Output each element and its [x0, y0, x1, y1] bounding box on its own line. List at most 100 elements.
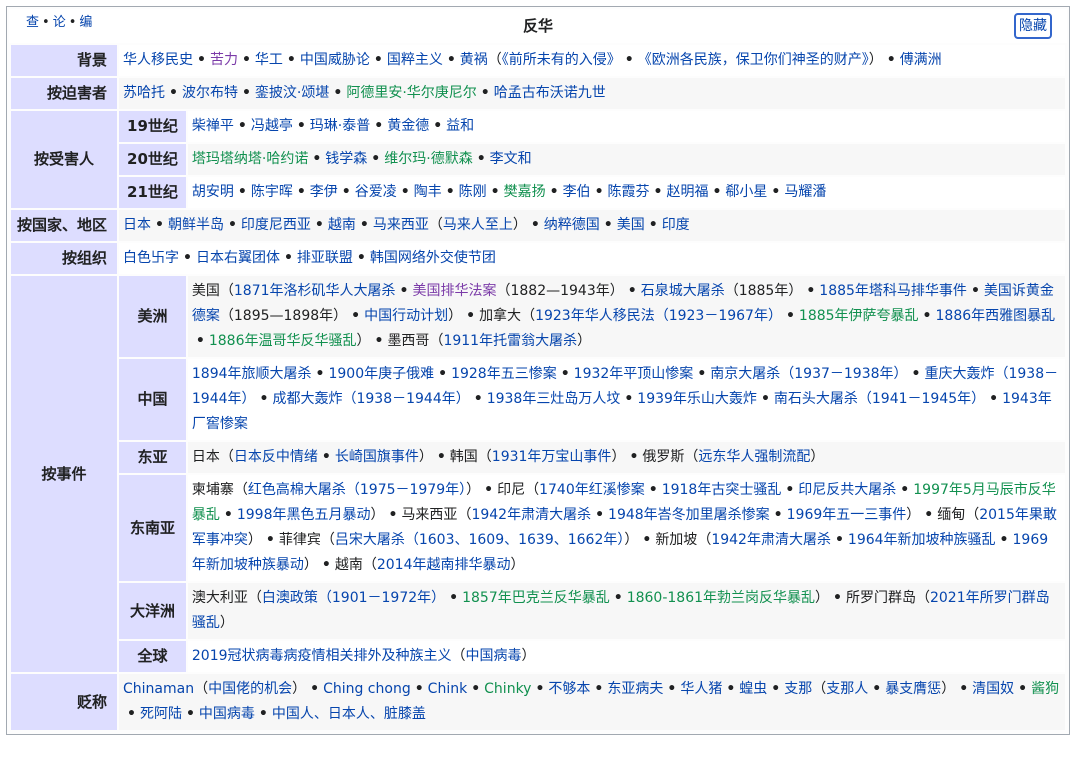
list-link[interactable]: 白色卐字 [123, 250, 179, 266]
list-link[interactable]: 韩国网络外交使节团 [370, 250, 496, 266]
list-link[interactable]: 銮披汶·颂堪 [255, 85, 329, 101]
list-link[interactable]: 谷爱凌 [355, 184, 397, 200]
list-link[interactable]: 陈刚 [459, 184, 487, 200]
list-link[interactable]: 1948年峇冬加里屠杀惨案 [608, 507, 770, 523]
list-link[interactable]: 1928年五三惨案 [451, 366, 557, 382]
list-link[interactable]: 陈宇晖 [251, 184, 293, 200]
list-link[interactable]: 维尔玛·德默森 [384, 151, 472, 167]
list-link[interactable]: 阿德里安·华尔庚尼尔 [346, 85, 476, 101]
list-link[interactable]: Chinky [484, 681, 531, 697]
list-link[interactable]: 印度尼西亚 [241, 217, 311, 233]
list-link[interactable]: 中国行动计划 [364, 308, 448, 324]
list-link[interactable]: 1938年三灶岛万人坟 [487, 391, 621, 407]
list-link[interactable]: 长崎国旗事件 [335, 449, 419, 465]
list-link[interactable]: 玛琳·泰普 [310, 118, 370, 134]
list-link[interactable]: 死阿陆 [140, 706, 182, 722]
list-link[interactable]: 陶丰 [414, 184, 442, 200]
list-link[interactable]: 胡安明 [192, 184, 234, 200]
list-link[interactable]: 中国病毒 [466, 648, 522, 664]
list-link[interactable]: 黄金德 [387, 118, 429, 134]
list-link[interactable]: 1885年伊萨夸暴乱 [799, 308, 919, 324]
list-link[interactable]: 苦力 [210, 52, 238, 68]
list-link[interactable]: 1918年古突士骚乱 [662, 482, 782, 498]
list-link[interactable]: 华人猪 [680, 681, 722, 697]
list-link[interactable]: 国粹主义 [387, 52, 443, 68]
list-link[interactable]: 支那人 [826, 681, 868, 697]
list-link[interactable]: 日本反中情绪 [234, 449, 318, 465]
list-link[interactable]: 郗小星 [725, 184, 767, 200]
list-link[interactable]: 1740年红溪惨案 [539, 482, 645, 498]
list-link[interactable]: 李伊 [310, 184, 338, 200]
list-link[interactable]: 中国人、日本人、脏膝盖 [272, 706, 426, 722]
list-link[interactable]: 马来西亚 [373, 217, 429, 233]
list-link[interactable]: 马来人至上 [443, 217, 513, 233]
list-link[interactable]: 暴支膺惩 [885, 681, 941, 697]
list-link[interactable]: Ching chong [323, 681, 411, 697]
list-link[interactable]: 纳粹德国 [544, 217, 600, 233]
list-link[interactable]: 柴禅平 [192, 118, 234, 134]
list-link[interactable]: 1969年五一三事件 [787, 507, 907, 523]
list-link[interactable]: 支那 [784, 681, 812, 697]
list-link[interactable]: 1871年洛杉矶华人大屠杀 [234, 283, 396, 299]
list-link[interactable]: 1886年西雅图暴乱 [936, 308, 1056, 324]
list-link[interactable]: 李伯 [563, 184, 591, 200]
list-link[interactable]: 华工 [255, 52, 283, 68]
list-link[interactable]: 1885年塔科马排华事件 [819, 283, 967, 299]
list-link[interactable]: 日本右翼团体 [196, 250, 280, 266]
list-link[interactable]: 中国威胁论 [300, 52, 370, 68]
list-link[interactable]: 1939年乐山大轰炸 [637, 391, 757, 407]
list-link[interactable]: 《欧洲各民族，保卫你们神圣的财产》 [638, 52, 869, 68]
list-link[interactable]: 黄祸 [460, 52, 488, 68]
list-link[interactable]: 波尔布特 [182, 85, 238, 101]
list-link[interactable]: 吕宋大屠杀（1603、1609、1639、1662年） [335, 532, 625, 548]
list-link[interactable]: 2019冠状病毒病疫情相关排外及种族主义 [192, 648, 452, 664]
list-link[interactable]: 中国佬的机会 [208, 681, 292, 697]
list-link[interactable]: 1964年新加坡种族骚乱 [848, 532, 996, 548]
list-link[interactable]: 1894年旅顺大屠杀 [192, 366, 312, 382]
list-link[interactable]: 远东华人强制流配 [698, 449, 810, 465]
list-link[interactable]: 华人移民史 [123, 52, 193, 68]
list-link[interactable]: Chink [428, 681, 468, 697]
list-link[interactable]: 1931年万宝山事件 [492, 449, 612, 465]
list-link[interactable]: 白澳政策（1901－1972年） [262, 590, 445, 606]
list-link[interactable]: 2014年越南排华暴动 [377, 557, 511, 573]
list-link[interactable]: 中国病毒 [199, 706, 255, 722]
list-link[interactable]: 清国奴 [972, 681, 1014, 697]
list-link[interactable]: 越南 [328, 217, 356, 233]
list-link[interactable]: 1900年庚子俄难 [328, 366, 434, 382]
list-link[interactable]: 南石头大屠杀（1941－1945年） [774, 391, 985, 407]
list-link[interactable]: 马耀潘 [784, 184, 826, 200]
edit-link[interactable]: 编 [79, 15, 92, 30]
list-link[interactable]: 李文和 [490, 151, 532, 167]
list-link[interactable]: 1886年温哥华反华骚乱 [209, 333, 357, 349]
list-link[interactable]: 1998年黑色五月暴动 [237, 507, 371, 523]
list-link[interactable]: 1942年肃清大屠杀 [711, 532, 831, 548]
list-link[interactable]: 印度 [662, 217, 690, 233]
list-link[interactable]: 益和 [446, 118, 474, 134]
list-link[interactable]: 东亚病夫 [607, 681, 663, 697]
list-link[interactable]: 美国排华法案 [412, 283, 496, 299]
list-link[interactable]: 朝鲜半岛 [168, 217, 224, 233]
list-link[interactable]: 蝗虫 [739, 681, 767, 697]
list-link[interactable]: 哈孟古布沃诺九世 [494, 85, 606, 101]
list-link[interactable]: 红色高棉大屠杀（1975－1979年） [248, 482, 466, 498]
view-link[interactable]: 查 [26, 15, 39, 30]
list-link[interactable]: 塔玛塔纳塔·哈约诺 [192, 151, 308, 167]
list-link[interactable]: 钱学森 [325, 151, 367, 167]
list-link[interactable]: 苏哈托 [123, 85, 165, 101]
list-link[interactable]: 南京大屠杀（1937－1938年） [710, 366, 907, 382]
talk-link[interactable]: 论 [53, 15, 66, 30]
list-link[interactable]: 排亚联盟 [297, 250, 353, 266]
list-link[interactable]: 1860-1861年勃兰岗反华暴乱 [627, 590, 815, 606]
hide-toggle-button[interactable]: 隐藏 [1014, 13, 1052, 39]
list-link[interactable]: 1942年肃清大屠杀 [471, 507, 591, 523]
list-link[interactable]: 1857年巴克兰反华暴乱 [462, 590, 610, 606]
list-link[interactable]: 《前所未有的入侵》 [502, 52, 621, 68]
list-link[interactable]: 1911年托雷翁大屠杀 [443, 333, 577, 349]
list-link[interactable]: 1923年华人移民法（1923－1967年） [535, 308, 782, 324]
list-link[interactable]: 傅满洲 [900, 52, 942, 68]
list-link[interactable]: 成都大轰炸（1938－1944年） [272, 391, 469, 407]
list-link[interactable]: 不够本 [548, 681, 590, 697]
list-link[interactable]: 美国 [617, 217, 645, 233]
list-link[interactable]: 酱狗 [1031, 681, 1059, 697]
